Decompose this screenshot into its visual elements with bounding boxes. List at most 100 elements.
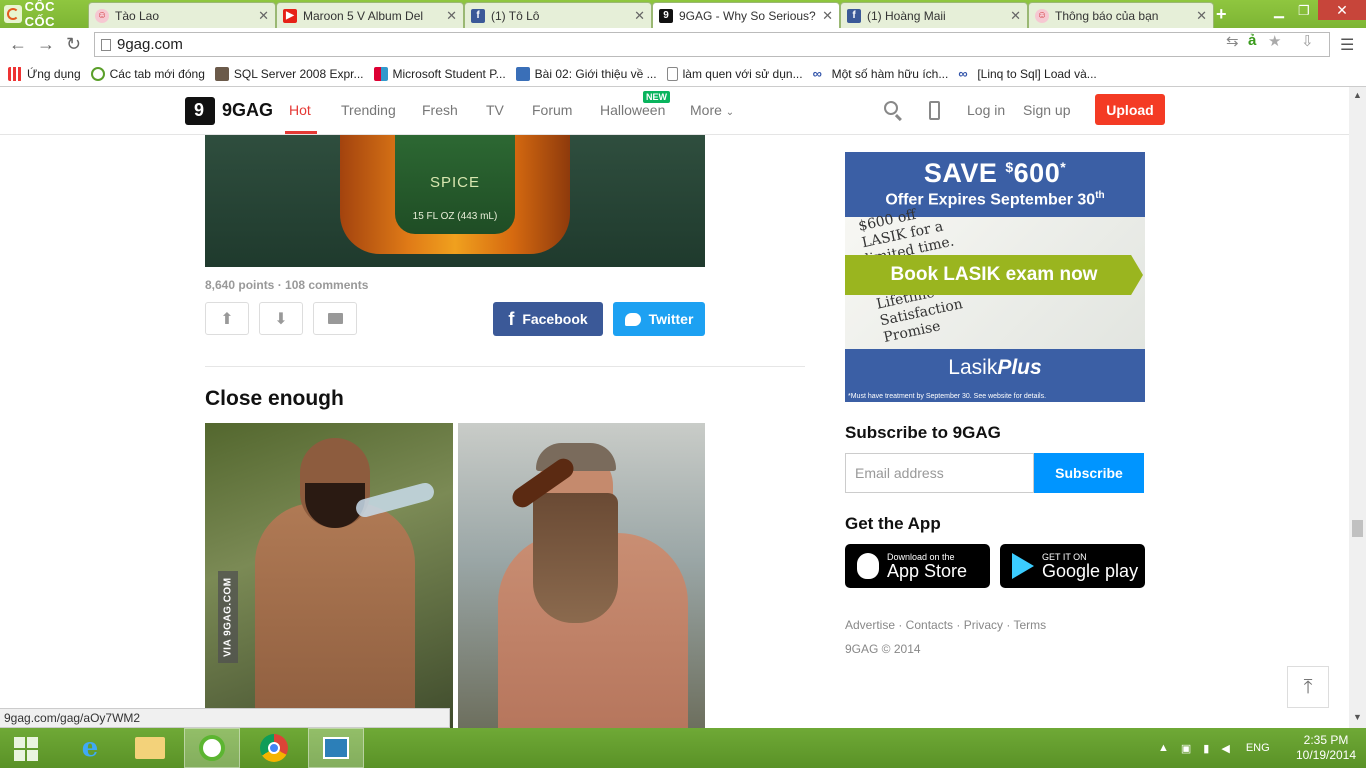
scroll-down-arrow-icon[interactable]: ▼: [1353, 712, 1362, 722]
close-tab-icon[interactable]: ✕: [1196, 8, 1207, 24]
facebook-icon: f: [471, 8, 485, 23]
photo-torso: [255, 503, 415, 728]
close-tab-icon[interactable]: ✕: [258, 8, 269, 24]
bookmark-linq-to-sql[interactable]: ∞ [Linq to Sql] Load và...: [958, 67, 1097, 82]
nav-tv[interactable]: TV: [486, 102, 504, 118]
page-scrollbar[interactable]: ▲ ▼: [1349, 87, 1366, 728]
post-stats[interactable]: 8,640 points · 108 comments: [205, 278, 368, 292]
coccoc-logo[interactable]: CỐC CỐC: [0, 0, 88, 29]
subscribe-button[interactable]: Subscribe: [1034, 453, 1144, 493]
tab-title: (1) Hoàng Maii: [867, 8, 946, 23]
show-hidden-icons-icon[interactable]: ▲: [1158, 742, 1169, 754]
bookmark-apps[interactable]: Ứng dụng: [8, 67, 81, 81]
bookmark-label: [Linq to Sql] Load và...: [977, 67, 1097, 81]
twitter-share-label: Twitter: [648, 311, 694, 327]
arrow-up-icon: ⬆: [220, 310, 234, 328]
upvote-button[interactable]: ⬆: [205, 302, 249, 335]
close-tab-icon[interactable]: ✕: [822, 8, 833, 24]
reload-icon[interactable]: ↻: [66, 34, 81, 55]
bookmark-recent-tabs[interactable]: Các tab mới đóng: [90, 67, 205, 81]
bookmark-lam-quen[interactable]: làm quen với sử dụn...: [666, 67, 803, 81]
tab-thong-bao[interactable]: ☺ Thông báo của bạn ✕: [1028, 2, 1214, 28]
post-image-fit-man[interactable]: VIA 9GAG.COM: [205, 423, 453, 728]
back-arrow-icon[interactable]: ←: [9, 34, 27, 55]
bookmark-star-icon[interactable]: ★: [1268, 32, 1281, 50]
9gag-logo-text[interactable]: 9GAG: [222, 100, 273, 121]
bottle-label-text: SPICE: [429, 174, 480, 191]
bookmark-mot-so-ham[interactable]: ∞ Một số hàm hữu ích...: [813, 67, 949, 82]
google-play-button[interactable]: GET IT ON Google play: [1000, 544, 1145, 588]
nav-hot[interactable]: Hot: [289, 102, 311, 118]
signup-link[interactable]: Sign up: [1023, 102, 1070, 118]
coccoc-taskbar-icon[interactable]: [184, 728, 240, 768]
bookmark-microsoft-student[interactable]: Microsoft Student P...: [373, 67, 506, 81]
facebook-share-button[interactable]: f Facebook: [493, 302, 603, 336]
taskbar-clock[interactable]: 2:35 PM 10/19/2014: [1291, 733, 1361, 763]
bookmark-bai-02[interactable]: Bài 02: Giới thiệu về ...: [515, 67, 657, 81]
comment-button[interactable]: [313, 302, 357, 335]
twitter-share-button[interactable]: Twitter: [613, 302, 705, 336]
history-icon: [90, 67, 105, 81]
upload-button[interactable]: Upload: [1095, 94, 1165, 125]
forward-arrow-icon[interactable]: →: [37, 34, 55, 55]
new-tab-icon[interactable]: +: [1216, 4, 1227, 25]
power-icon[interactable]: ▮: [1203, 742, 1209, 755]
ad-book-lasik-button[interactable]: Book LASIK exam now: [845, 255, 1143, 295]
9gag-logo-icon[interactable]: [185, 97, 215, 125]
comment-icon: [327, 313, 343, 324]
browser-menu-icon[interactable]: ☰: [1340, 35, 1354, 55]
email-field[interactable]: [845, 453, 1034, 493]
download-icon[interactable]: ⇩: [1301, 32, 1314, 50]
post-image-bearded-man[interactable]: [458, 423, 705, 728]
9gag-icon: 9: [659, 8, 673, 23]
tab-9gag[interactable]: 9 9GAG - Why So Serious? ✕: [652, 2, 840, 28]
app-store-big-label: App Store: [887, 560, 968, 581]
vietnamese-input-icon[interactable]: ả: [1248, 32, 1256, 49]
lasik-ad-banner[interactable]: SAVE $600* Offer Expires September 30th …: [845, 152, 1145, 402]
photos-app-icon[interactable]: [308, 728, 364, 768]
close-tab-icon[interactable]: ✕: [446, 8, 457, 24]
tab-to-lo[interactable]: f (1) Tô Lô ✕: [464, 2, 652, 28]
close-tab-icon[interactable]: ✕: [1010, 8, 1021, 24]
scroll-up-arrow-icon[interactable]: ▲: [1353, 90, 1362, 100]
back-to-top-button[interactable]: ⤒: [1287, 666, 1329, 708]
tab-tao-lao[interactable]: ☺ Tào Lao ✕: [88, 2, 276, 28]
address-bar[interactable]: 9gag.com: [94, 32, 1330, 57]
file-explorer-icon[interactable]: [122, 728, 178, 768]
address-url[interactable]: 9gag.com: [117, 36, 183, 53]
mobile-app-icon[interactable]: [929, 101, 940, 120]
tab-hoang-maii[interactable]: f (1) Hoàng Maii ✕: [840, 2, 1028, 28]
ad-offer-expires-suffix: th: [1095, 190, 1105, 201]
photo-beard: [533, 493, 618, 623]
network-icon[interactable]: ▣: [1181, 742, 1191, 755]
ad-save-asterisk: *: [1060, 159, 1067, 175]
tab-maroon5[interactable]: ▶ Maroon 5 V Album Del ✕: [276, 2, 464, 28]
nav-halloween[interactable]: Halloween: [600, 102, 665, 118]
nav-forum[interactable]: Forum: [532, 102, 572, 118]
post-image-hot-sauce[interactable]: SPICE 15 FL OZ (443 mL): [205, 134, 705, 267]
language-indicator[interactable]: ENG: [1246, 742, 1270, 754]
new-badge: NEW: [643, 91, 670, 103]
window-close-icon[interactable]: ✕: [1318, 0, 1366, 20]
nav-fresh[interactable]: Fresh: [422, 102, 458, 118]
via-9gag-watermark: VIA 9GAG.COM: [218, 571, 238, 663]
volume-icon[interactable]: ◀: [1221, 742, 1229, 755]
translate-icon[interactable]: ⇆: [1226, 32, 1239, 50]
chrome-icon[interactable]: [246, 728, 302, 768]
downvote-button[interactable]: ⬇: [259, 302, 303, 335]
windows-start-icon[interactable]: [14, 737, 38, 761]
nav-more[interactable]: More ⌄: [690, 102, 734, 118]
search-icon[interactable]: [884, 101, 898, 115]
footer-links[interactable]: Advertise · Contacts · Privacy · Terms: [845, 618, 1046, 632]
post-title[interactable]: Close enough: [205, 387, 344, 411]
close-tab-icon[interactable]: ✕: [634, 8, 645, 24]
nav-trending[interactable]: Trending: [341, 102, 396, 118]
minimize-icon[interactable]: ▁: [1274, 3, 1284, 19]
app-store-button[interactable]: Download on the App Store: [845, 544, 990, 588]
bookmark-sql-server[interactable]: SQL Server 2008 Expr...: [214, 67, 364, 81]
internet-explorer-icon[interactable]: e: [62, 728, 118, 768]
restore-icon[interactable]: ❐: [1298, 3, 1310, 19]
clock-time: 2:35 PM: [1303, 733, 1349, 747]
login-link[interactable]: Log in: [967, 102, 1005, 118]
scroll-thumb[interactable]: [1352, 520, 1363, 537]
